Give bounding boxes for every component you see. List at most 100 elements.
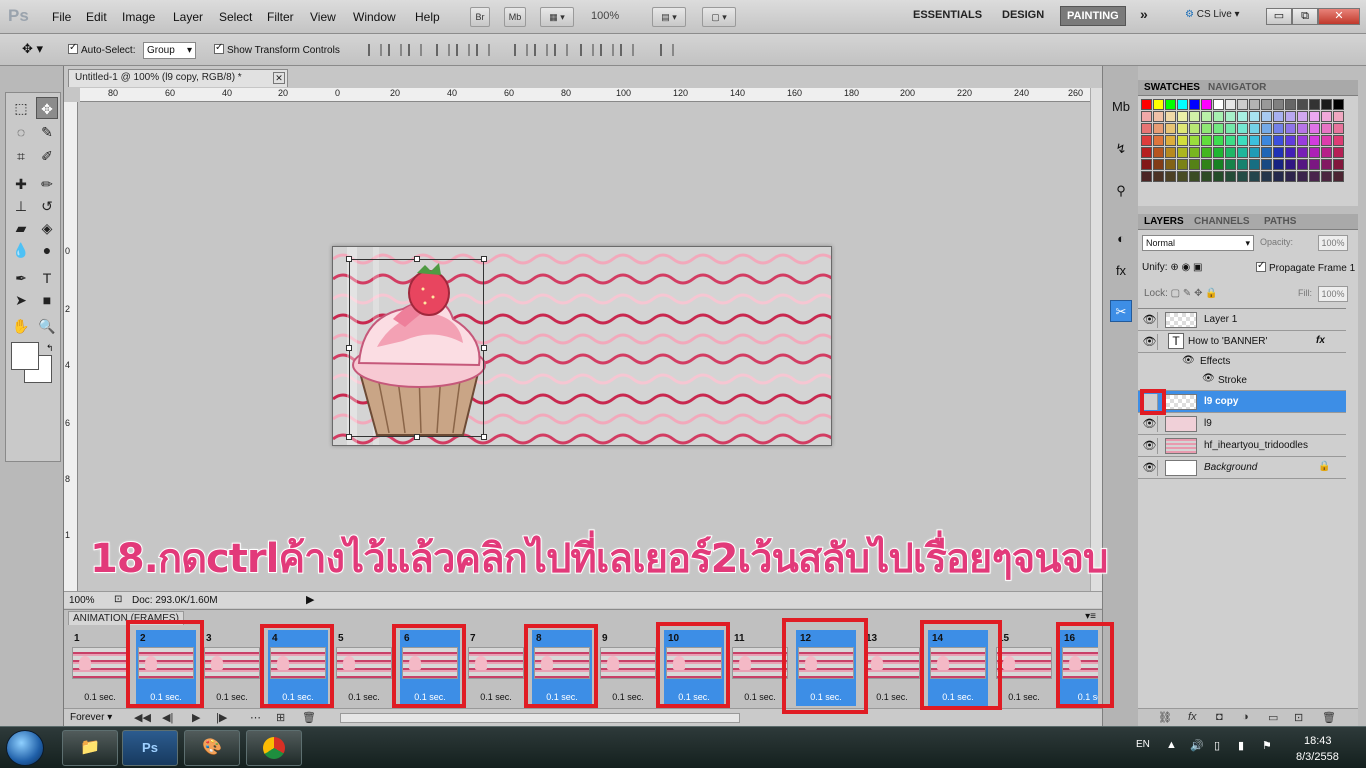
history-brush-tool-icon[interactable]: ↺: [36, 195, 58, 217]
color-swatch[interactable]: [1225, 147, 1236, 158]
color-swatch[interactable]: [1297, 135, 1308, 146]
color-swatch[interactable]: [1333, 135, 1344, 146]
color-swatch[interactable]: [1225, 159, 1236, 170]
tab-channels[interactable]: CHANNELS: [1194, 216, 1250, 227]
play-icon[interactable]: ▶: [192, 711, 200, 724]
color-swatch[interactable]: [1225, 99, 1236, 110]
photoshop-taskbar-button[interactable]: Ps: [122, 730, 178, 766]
color-swatch[interactable]: [1153, 159, 1164, 170]
workspace-design[interactable]: DESIGN: [1002, 9, 1044, 21]
add-mask-icon[interactable]: ◘: [1216, 711, 1223, 723]
color-swatch[interactable]: [1201, 111, 1212, 122]
color-swatch[interactable]: [1297, 171, 1308, 182]
color-swatch[interactable]: [1249, 99, 1260, 110]
next-frame-icon[interactable]: |▶: [216, 711, 227, 724]
color-swatch[interactable]: [1237, 135, 1248, 146]
color-swatch[interactable]: [1177, 171, 1188, 182]
color-swatch[interactable]: [1237, 99, 1248, 110]
zoom-field[interactable]: 100%: [591, 10, 619, 22]
animation-frame[interactable]: 15 0.1 sec.: [994, 630, 1054, 706]
color-swatch[interactable]: [1213, 99, 1224, 110]
foreground-color-swatch[interactable]: [11, 342, 39, 370]
color-swatch[interactable]: [1189, 111, 1200, 122]
color-swatch[interactable]: [1237, 171, 1248, 182]
styles-icon[interactable]: fx: [1110, 260, 1132, 282]
color-swatch[interactable]: [1237, 123, 1248, 134]
tab-navigator[interactable]: NAVIGATOR: [1208, 82, 1266, 93]
color-swatch[interactable]: [1285, 135, 1296, 146]
volume-icon[interactable]: 🔊: [1190, 739, 1204, 752]
color-swatch[interactable]: [1177, 159, 1188, 170]
color-swatch[interactable]: [1213, 171, 1224, 182]
power-icon[interactable]: ▯: [1214, 739, 1220, 752]
color-swatch[interactable]: [1141, 123, 1152, 134]
arrange-documents-button[interactable]: ▤ ▾: [652, 7, 686, 27]
document-tab[interactable]: Untitled-1 @ 100% (l9 copy, RGB/8) * ✕: [68, 69, 288, 87]
color-swatch[interactable]: [1177, 123, 1188, 134]
loop-dropdown[interactable]: Forever ▾: [70, 712, 112, 723]
minibridge-icon[interactable]: Mb: [1110, 96, 1132, 118]
color-swatch[interactable]: [1285, 147, 1296, 158]
layer-row[interactable]: 👁 l9: [1138, 413, 1346, 435]
layer-row[interactable]: l9 copy: [1138, 389, 1346, 415]
panel-menu-icon[interactable]: ▾≡: [1085, 611, 1096, 622]
distribute-vcenter-icon[interactable]: [534, 44, 548, 56]
layer-row[interactable]: 👁 hf_iheartyou_tridoodles: [1138, 435, 1346, 457]
fx-icon[interactable]: fx: [1316, 335, 1325, 346]
align-top-icon[interactable]: [368, 44, 382, 56]
auto-select-dropdown[interactable]: Group ▾: [143, 42, 196, 59]
animation-frame[interactable]: 1 0.1 sec.: [70, 630, 130, 706]
color-swatch[interactable]: [1153, 111, 1164, 122]
color-swatch[interactable]: [1225, 135, 1236, 146]
color-swatch[interactable]: [1177, 147, 1188, 158]
frame-delay[interactable]: 0.1 sec.: [862, 692, 922, 702]
color-swatch[interactable]: [1237, 159, 1248, 170]
color-icon[interactable]: ◐: [1110, 228, 1132, 250]
menu-filter[interactable]: Filter: [267, 10, 294, 24]
crop-tool-icon[interactable]: ⌗: [10, 145, 32, 167]
delete-frame-icon[interactable]: 🗑: [302, 711, 316, 724]
chrome-taskbar-button[interactable]: [246, 730, 302, 766]
eraser-tool-icon[interactable]: ▰: [10, 217, 32, 239]
color-swatch[interactable]: [1285, 123, 1296, 134]
color-swatch[interactable]: [1201, 147, 1212, 158]
color-swatch[interactable]: [1297, 99, 1308, 110]
frames-scrollbar[interactable]: [340, 713, 740, 723]
color-swatch[interactable]: [1189, 123, 1200, 134]
lasso-tool-icon[interactable]: ◌: [10, 121, 32, 143]
swap-colors-icon[interactable]: ↰: [46, 343, 54, 354]
brush-tool-icon[interactable]: ✏: [36, 173, 58, 195]
auto-select-checkbox[interactable]: Auto-Select:: [68, 42, 135, 56]
menu-help[interactable]: Help: [415, 10, 440, 24]
color-swatch[interactable]: [1261, 147, 1272, 158]
quick-select-tool-icon[interactable]: ✎: [36, 121, 58, 143]
color-swatch[interactable]: [1261, 111, 1272, 122]
status-arrow-icon[interactable]: ▶: [306, 593, 314, 606]
color-swatch[interactable]: [1309, 171, 1320, 182]
color-swatch[interactable]: [1309, 111, 1320, 122]
color-swatch[interactable]: [1141, 99, 1152, 110]
color-swatch[interactable]: [1153, 99, 1164, 110]
color-swatch[interactable]: [1201, 135, 1212, 146]
paint-bucket-tool-icon[interactable]: ◈: [36, 217, 58, 239]
transform-handle[interactable]: [414, 434, 420, 440]
menu-layer[interactable]: Layer: [173, 10, 203, 24]
transform-bounding-box[interactable]: [346, 256, 487, 440]
color-swatch[interactable]: [1309, 123, 1320, 134]
eyedropper-tool-icon[interactable]: ✐: [36, 145, 58, 167]
color-swatch[interactable]: [1213, 123, 1224, 134]
screen-mode-button[interactable]: ▢ ▾: [702, 7, 736, 27]
color-swatch[interactable]: [1165, 135, 1176, 146]
color-swatch[interactable]: [1249, 159, 1260, 170]
color-swatch[interactable]: [1249, 135, 1260, 146]
color-swatch[interactable]: [1261, 123, 1272, 134]
align-hcenter-icon[interactable]: [456, 44, 470, 56]
previous-frame-icon[interactable]: ◀|: [162, 711, 173, 724]
transform-handle[interactable]: [481, 434, 487, 440]
color-swatch[interactable]: [1249, 111, 1260, 122]
color-swatch[interactable]: [1141, 171, 1152, 182]
color-swatch[interactable]: [1285, 99, 1296, 110]
color-swatch[interactable]: [1165, 159, 1176, 170]
animation-frame[interactable]: 11 0.1 sec.: [730, 630, 790, 706]
color-swatch[interactable]: [1153, 135, 1164, 146]
